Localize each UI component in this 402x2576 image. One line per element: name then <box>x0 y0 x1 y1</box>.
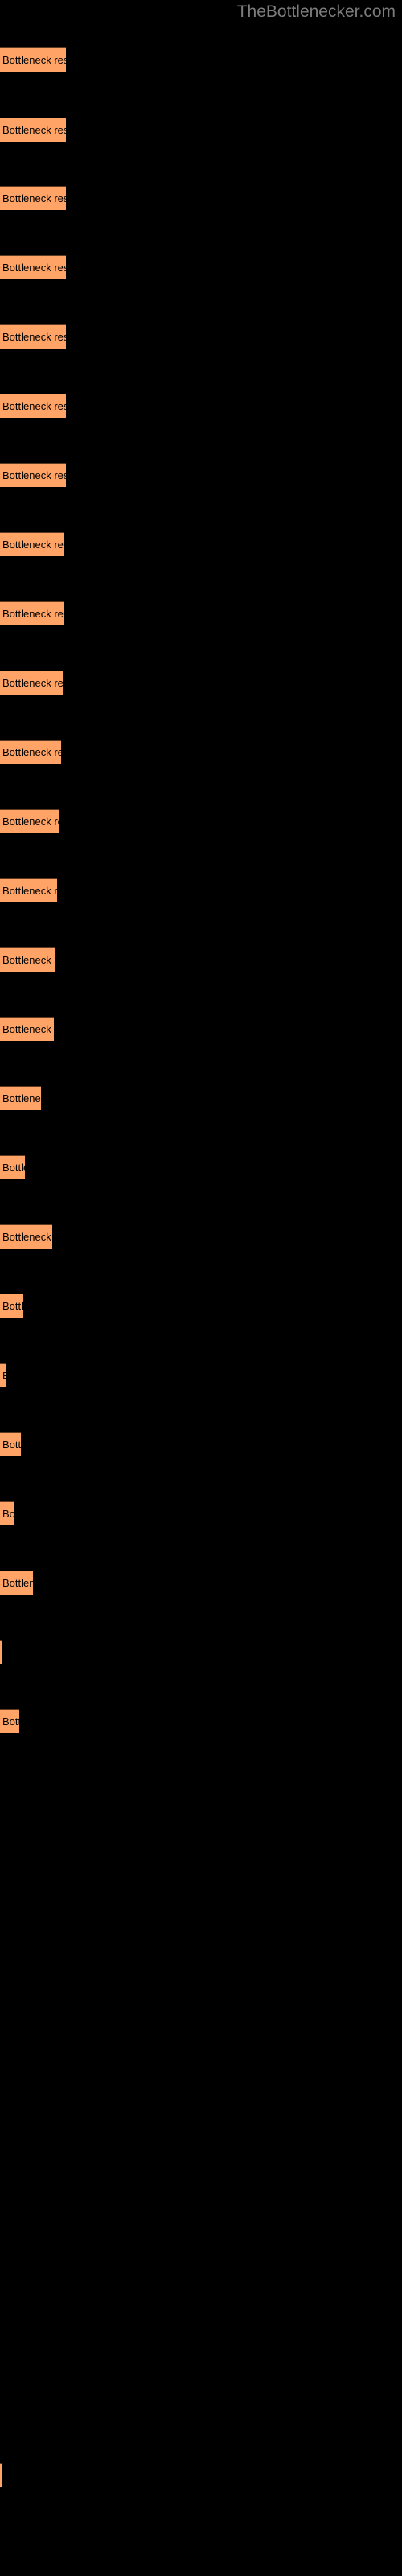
bottleneck-result-bar[interactable]: Bottleneck result <box>0 324 66 349</box>
bar-label: Bottleneck result <box>2 1022 54 1035</box>
bottleneck-result-bar[interactable]: Bottleneck result <box>0 2463 2 2487</box>
bottleneck-result-bar[interactable]: Bottleneck result <box>0 1640 2 1664</box>
bar-label: Bottleneck result <box>2 330 66 343</box>
bar-label: Bottleneck result <box>2 469 66 481</box>
bar-label: Bottleneck result <box>2 1438 21 1451</box>
bottleneck-result-bar[interactable]: Bottleneck result <box>0 671 63 695</box>
bottleneck-result-bar[interactable]: Bottleneck result <box>0 1086 41 1110</box>
bottleneck-result-bar[interactable]: Bottleneck result <box>0 463 66 487</box>
bar-label: Bottleneck result <box>2 192 66 204</box>
bar-label: Bottleneck result <box>2 1576 33 1589</box>
bottleneck-result-bar[interactable]: Bottleneck result <box>0 118 66 142</box>
bar-label: Bottleneck result <box>2 745 61 758</box>
bar-label: Bottleneck result <box>2 1230 52 1243</box>
bottleneck-result-bar[interactable]: Bottleneck result <box>0 1155 25 1179</box>
bar-label: Bottleneck result <box>2 538 64 551</box>
bottleneck-result-bar[interactable]: Bottleneck result <box>0 532 64 556</box>
bottleneck-result-bar[interactable]: Bottleneck result <box>0 740 61 764</box>
bar-label: Bottleneck result <box>2 123 66 136</box>
bottleneck-result-bar[interactable]: Bottleneck result <box>0 1571 33 1595</box>
bar-label: Bottleneck result <box>2 1369 6 1381</box>
bar-label: Bottleneck result <box>2 1299 23 1312</box>
bottleneck-result-bar[interactable]: Bottleneck result <box>0 255 66 279</box>
bottleneck-result-bar[interactable]: Bottleneck result <box>0 809 59 833</box>
bottleneck-result-bar[interactable]: Bottleneck result <box>0 186 66 210</box>
bottleneck-result-bar[interactable]: Bottleneck result <box>0 1709 19 1733</box>
bar-label: Bottleneck result <box>2 399 66 412</box>
bottleneck-result-bar[interactable]: Bottleneck result <box>0 1294 23 1318</box>
bar-label: Bottleneck result <box>2 1715 19 1728</box>
bottleneck-result-bar[interactable]: Bottleneck result <box>0 394 66 418</box>
bottleneck-result-bar[interactable]: Bottleneck result <box>0 947 55 972</box>
bottleneck-result-bar[interactable]: Bottleneck result <box>0 1224 52 1249</box>
bottleneck-result-bar[interactable]: Bottleneck result <box>0 1432 21 1456</box>
bottleneck-bar-chart: Bottleneck result Bottleneck result Bottle… <box>0 0 402 2576</box>
bottleneck-result-bar[interactable]: Bottleneck result <box>0 47 66 72</box>
bar-label: Bottleneck result <box>2 1161 25 1174</box>
bar-label: Bottleneck result <box>2 953 55 966</box>
bottleneck-result-bar[interactable]: Bottleneck result <box>0 1363 6 1387</box>
bar-label: Bottleneck result <box>2 607 64 620</box>
bottleneck-result-bar[interactable]: Bottleneck result <box>0 601 64 625</box>
bar-label: Bottleneck result <box>2 1092 41 1104</box>
bar-label: Bottleneck result <box>2 676 63 689</box>
bar-label: Bottleneck result <box>2 53 66 66</box>
bar-label: Bottleneck result <box>2 884 57 897</box>
bottleneck-result-bar[interactable]: Bottleneck result <box>0 1501 14 1525</box>
bottleneck-result-bar[interactable]: Bottleneck result <box>0 1017 54 1041</box>
bar-label: Bottleneck result <box>2 815 59 828</box>
bar-label: Bottleneck result <box>2 1507 14 1520</box>
bottleneck-result-bar[interactable]: Bottleneck result <box>0 878 57 902</box>
bar-label: Bottleneck result <box>2 261 66 274</box>
